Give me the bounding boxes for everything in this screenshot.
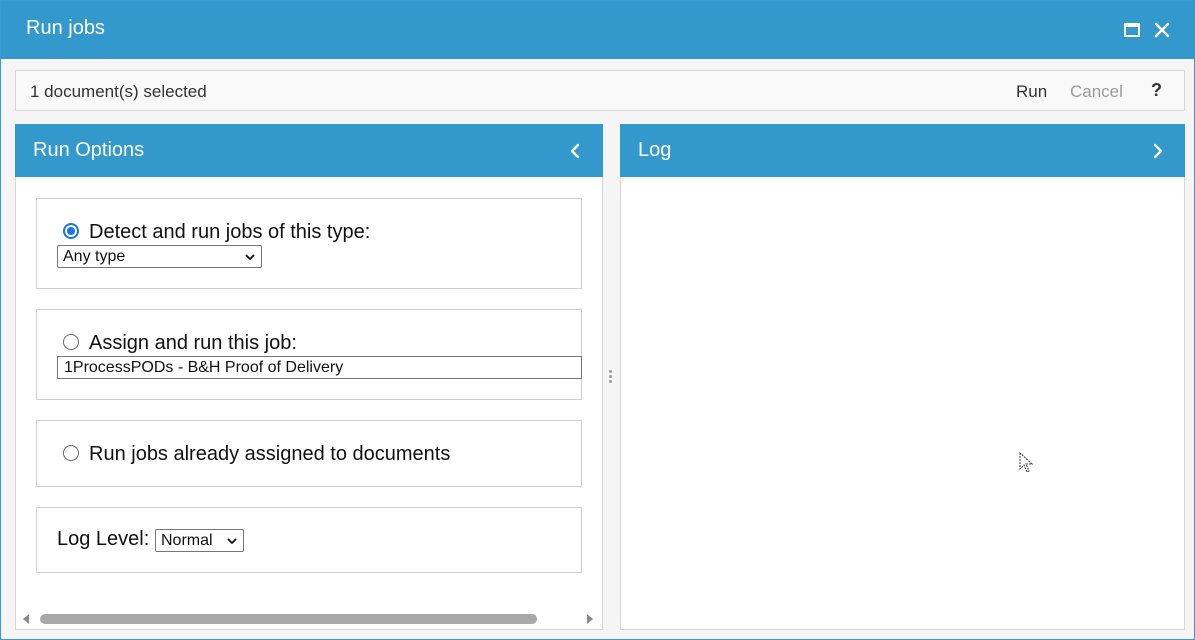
assign-label: Assign and run this job: — [89, 332, 297, 354]
chevron-down-icon — [245, 254, 255, 261]
scroll-left-arrow-icon[interactable] — [23, 614, 29, 624]
already-assigned-radio[interactable] — [63, 445, 79, 461]
detect-radio[interactable] — [63, 223, 79, 239]
log-level-select[interactable]: Normal — [155, 529, 244, 552]
cancel-button[interactable]: Cancel — [1070, 82, 1123, 102]
run-options-panel: Run Options Detect and run jobs of this … — [15, 124, 603, 630]
chevron-down-icon — [227, 538, 237, 545]
log-level-box: Log Level: Normal — [36, 507, 582, 573]
log-level-label: Log Level: — [57, 528, 150, 550]
detect-option-box: Detect and run jobs of this type: Any ty… — [36, 198, 582, 289]
job-type-select-value: Any type — [63, 248, 126, 265]
dialog-title: Run jobs — [26, 17, 105, 39]
horizontal-scrollbar[interactable] — [20, 611, 598, 627]
log-header: Log — [620, 124, 1185, 177]
chevron-left-icon[interactable] — [567, 142, 583, 160]
log-panel: Log — [620, 124, 1185, 630]
job-name-input[interactable]: 1ProcessPODs - B&H Proof of Delivery — [57, 356, 582, 379]
chevron-right-icon[interactable] — [1150, 142, 1166, 160]
already-assigned-label: Run jobs already assigned to documents — [89, 443, 451, 465]
mouse-pointer-icon — [1019, 452, 1034, 473]
dialog-toolbar: 1 document(s) selected Run Cancel ? — [15, 70, 1185, 111]
maximize-icon[interactable] — [1120, 18, 1144, 42]
selection-count: 1 document(s) selected — [30, 82, 207, 101]
dialog-titlebar[interactable]: Run jobs — [1, 1, 1195, 59]
run-options-title: Run Options — [33, 139, 145, 161]
already-assigned-option-box: Run jobs already assigned to documents — [36, 420, 582, 487]
detect-label: Detect and run jobs of this type: — [89, 221, 371, 243]
run-jobs-dialog: Run jobs 1 document(s) selected Run Canc… — [0, 0, 1195, 640]
run-button[interactable]: Run — [1016, 82, 1047, 102]
scrollbar-thumb[interactable] — [40, 614, 537, 624]
run-options-header: Run Options — [15, 124, 603, 177]
assign-option-box: Assign and run this job: 1ProcessPODs - … — [36, 309, 582, 400]
panel-splitter[interactable] — [606, 366, 616, 388]
help-button[interactable]: ? — [1151, 80, 1162, 101]
log-title: Log — [638, 139, 672, 161]
close-icon[interactable] — [1150, 18, 1174, 42]
scroll-right-arrow-icon[interactable] — [587, 614, 593, 624]
job-type-select[interactable]: Any type — [57, 245, 262, 268]
assign-radio[interactable] — [63, 334, 79, 350]
log-level-select-value: Normal — [161, 532, 213, 549]
